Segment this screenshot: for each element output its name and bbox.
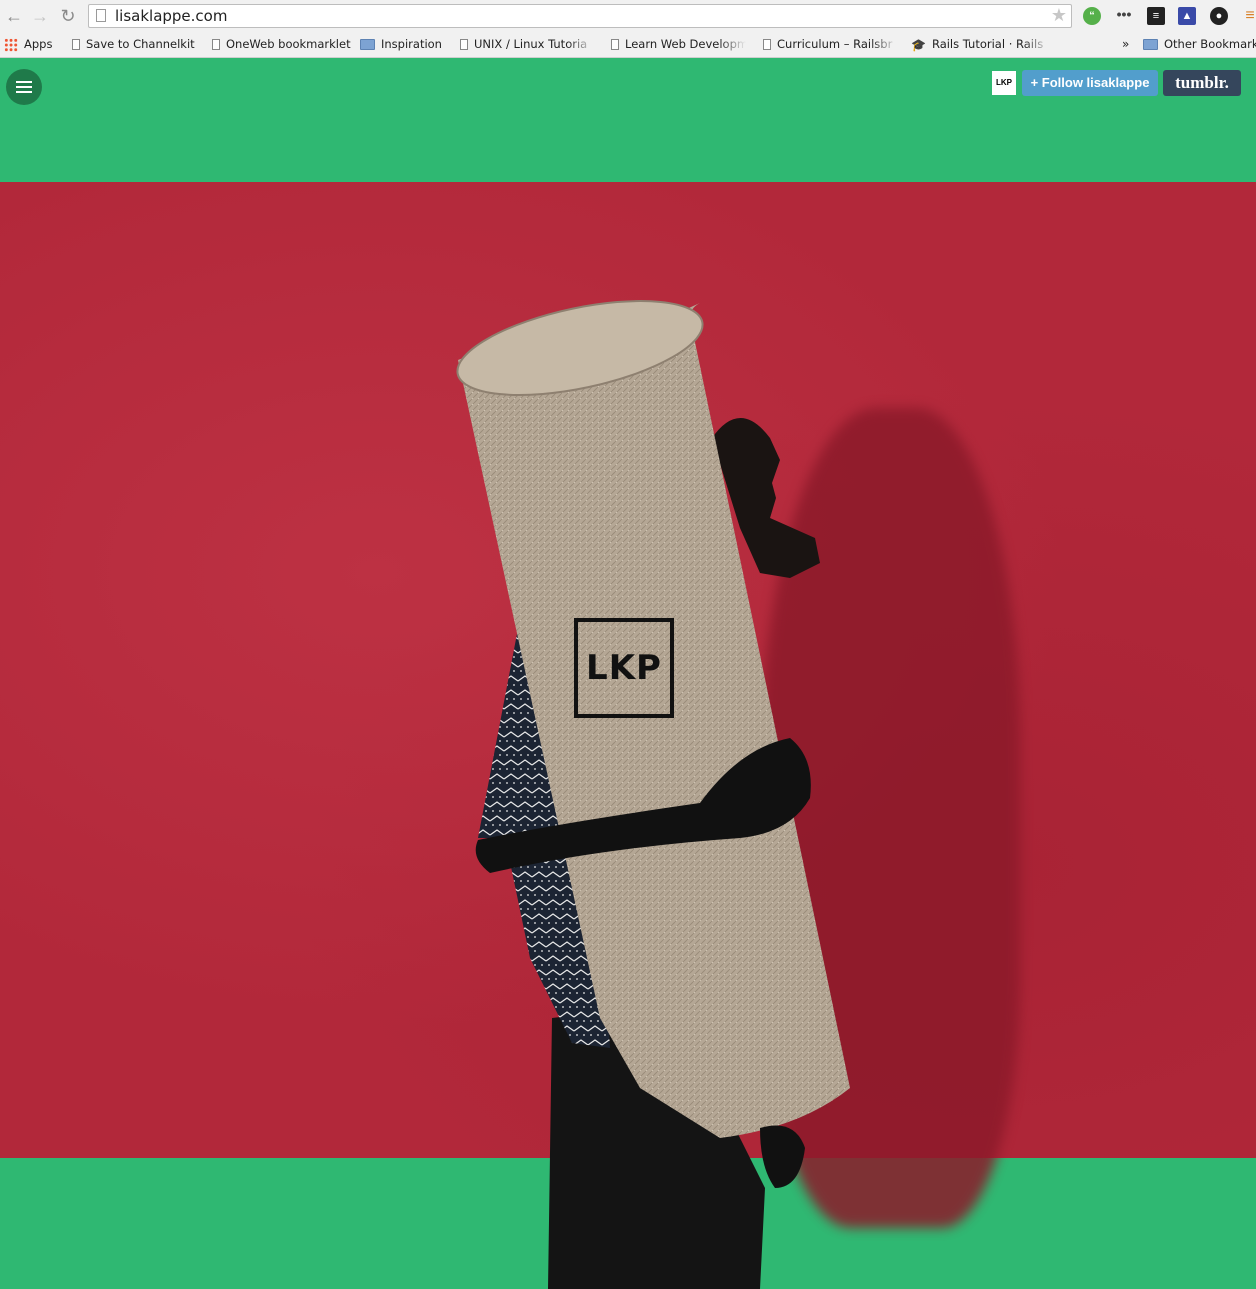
folder-icon — [1143, 39, 1158, 50]
bookmark-learn-web[interactable]: Learn Web Developm — [611, 33, 746, 57]
buffer-extension-icon[interactable]: ≡ — [1147, 7, 1165, 25]
bookmark-label: Learn Web Developm — [625, 37, 746, 51]
page-icon — [96, 9, 106, 22]
folder-icon — [360, 39, 375, 50]
bookmark-label: Apps — [24, 37, 53, 51]
menu-line — [16, 86, 32, 88]
bookmark-inspiration[interactable]: Inspiration — [360, 33, 442, 57]
bookmark-oneweb[interactable]: OneWeb bookmarklet — [212, 33, 351, 57]
url-text[interactable]: lisaklappe.com — [115, 7, 227, 25]
bookmark-label: UNIX / Linux Tutoria — [474, 37, 588, 51]
address-bar[interactable]: lisaklappe.com ★ — [88, 4, 1072, 28]
bookmark-label: Curriculum – Railsbr — [777, 37, 893, 51]
other-bookmarks[interactable]: Other Bookmarks — [1143, 33, 1256, 57]
follow-button[interactable]: + Follow lisaklappe — [1022, 70, 1158, 96]
page-content: LKP LKP + Follow lisaklappe tumblr. — [0, 58, 1256, 1289]
reload-icon[interactable]: ↻ — [58, 6, 78, 26]
hamburger-menu-button[interactable] — [6, 69, 42, 105]
hangouts-extension-icon[interactable]: “ — [1083, 7, 1101, 25]
more-extension-icon[interactable]: ••• — [1115, 7, 1133, 25]
bookmark-label: Other Bookmarks — [1164, 37, 1256, 51]
page-icon — [763, 39, 771, 50]
apps-grid-icon — [4, 37, 18, 52]
bookmark-label: Rails Tutorial · Rails — [931, 37, 1044, 51]
page-icon — [72, 39, 80, 50]
camera-extension-icon[interactable]: ● — [1210, 7, 1228, 25]
bookmark-curriculum[interactable]: Curriculum – Railsbr — [763, 33, 898, 57]
bookmark-unix[interactable]: UNIX / Linux Tutoria — [460, 33, 595, 57]
chrome-menu-icon[interactable]: ≡ — [1241, 7, 1256, 25]
bookmark-label: Inspiration — [381, 37, 442, 51]
back-arrow-icon[interactable]: ← — [4, 6, 24, 26]
bookmark-label: OneWeb bookmarklet — [226, 37, 351, 51]
forward-arrow-icon[interactable]: → — [30, 6, 50, 26]
blog-avatar[interactable]: LKP — [992, 71, 1016, 95]
bookmarks-bar: Apps Save to Channelkit OneWeb bookmarkl… — [0, 33, 1256, 58]
bookmark-apps[interactable]: Apps — [4, 33, 52, 57]
tumblr-logo-button[interactable]: tumblr. — [1163, 70, 1241, 96]
bookmarks-overflow-button[interactable]: » — [1122, 33, 1129, 57]
lkp-logo[interactable]: LKP — [574, 618, 674, 718]
extension-icon[interactable]: ▲ — [1178, 7, 1196, 25]
page-icon — [611, 39, 619, 50]
bookmark-label: Save to Channelkit — [86, 37, 195, 51]
bookmark-star-icon[interactable]: ★ — [1051, 5, 1067, 26]
bookmark-rails-tutorial[interactable]: 🎓 Rails Tutorial · Rails — [911, 33, 1051, 57]
browser-toolbar: ← → ↻ lisaklappe.com ★ “ ••• ≡ ▲ ● ≡ — [0, 0, 1256, 33]
bookmark-save-to-channelkit[interactable]: Save to Channelkit — [72, 33, 195, 57]
hand — [760, 1125, 805, 1188]
mortarboard-icon: 🎓 — [911, 37, 926, 52]
page-icon — [460, 39, 468, 50]
menu-line — [16, 91, 32, 93]
page-icon — [212, 39, 220, 50]
menu-line — [16, 81, 32, 83]
